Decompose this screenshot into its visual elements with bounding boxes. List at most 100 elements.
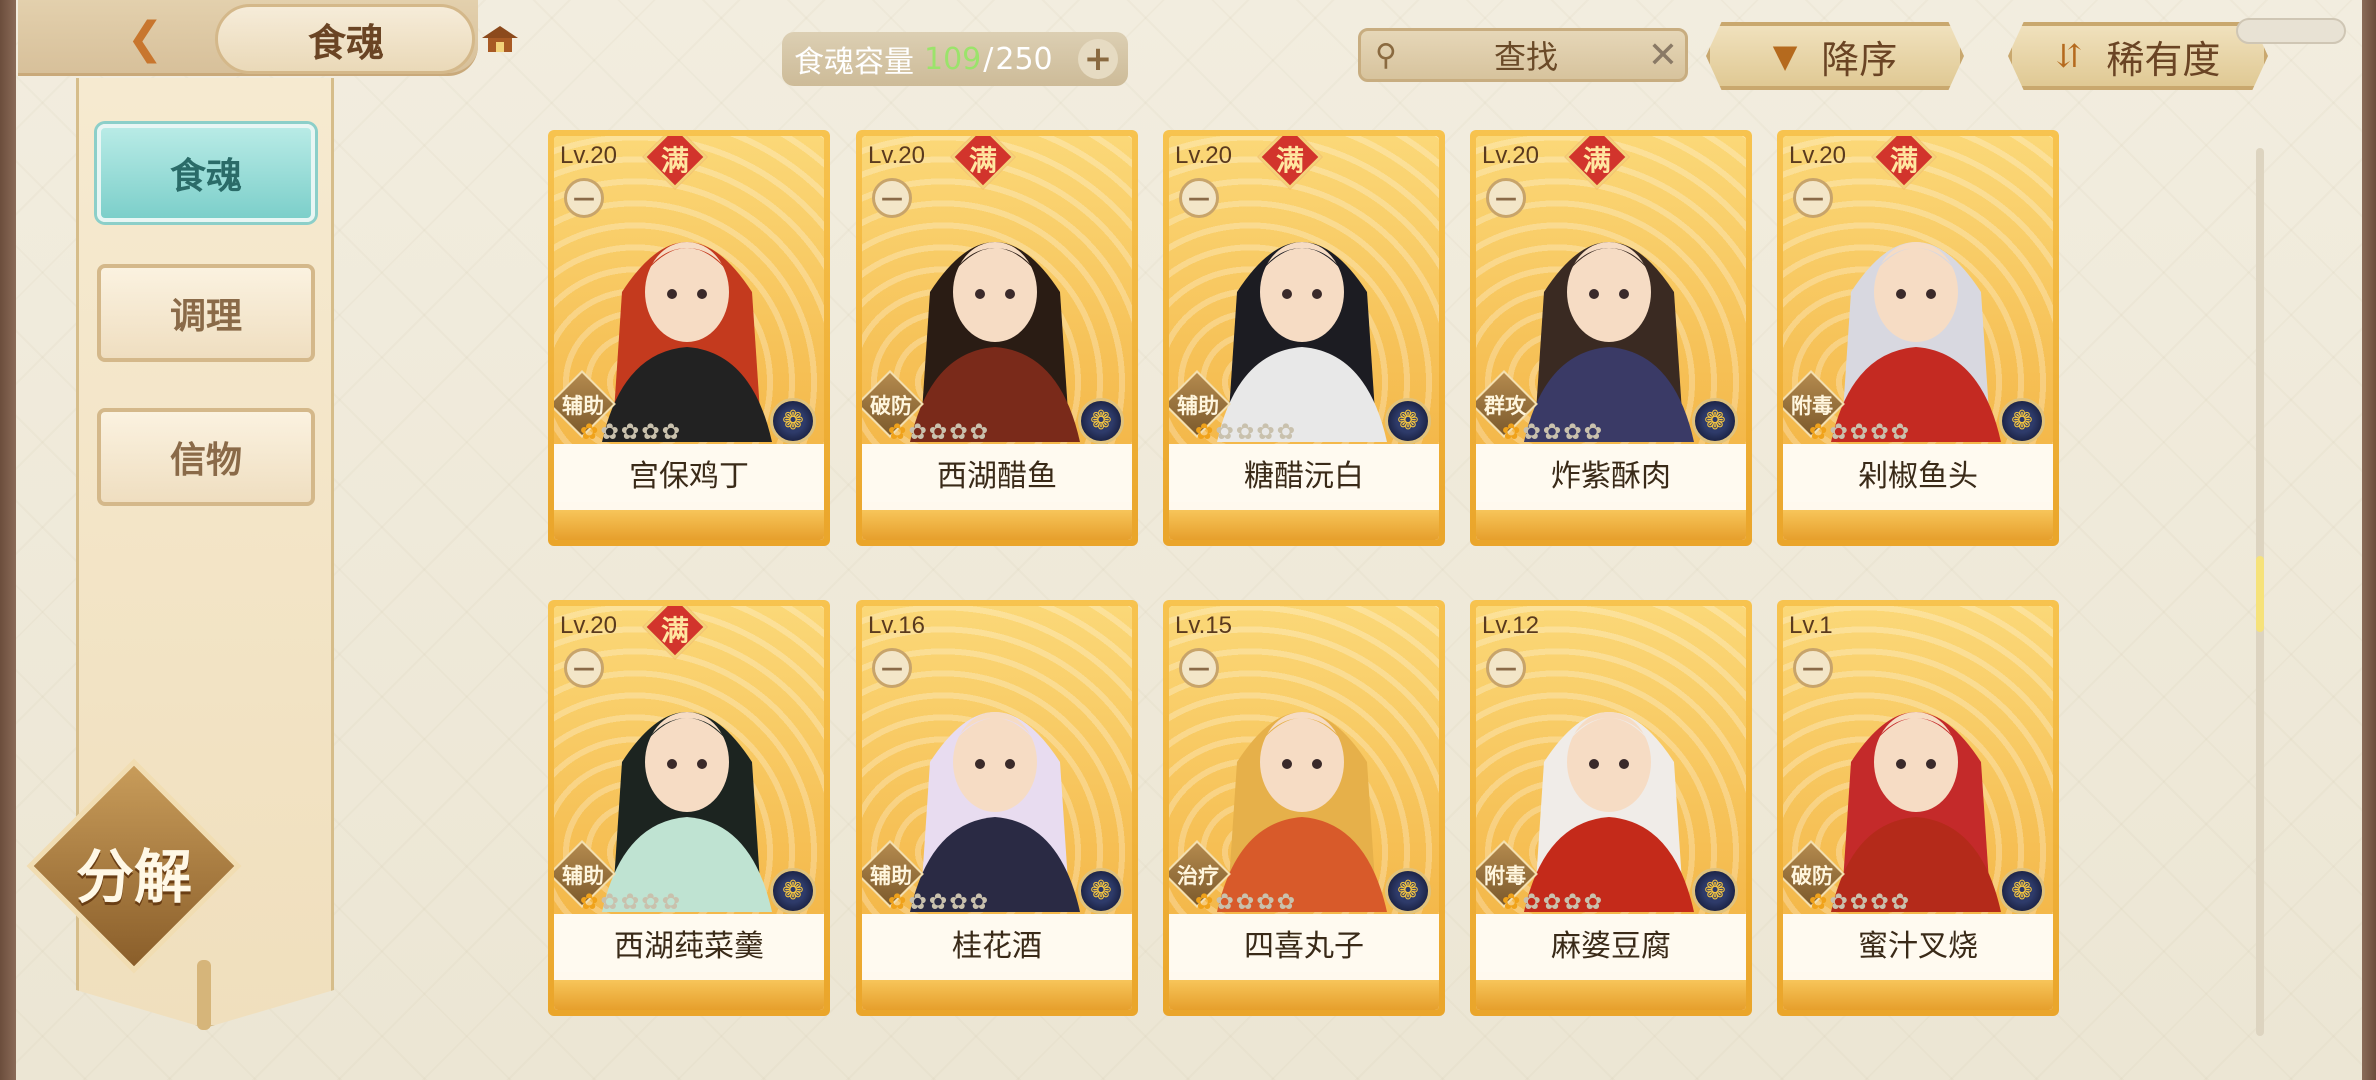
- scrollbar-thumb[interactable]: [2256, 556, 2264, 632]
- role-label: 治疗: [1177, 864, 1219, 888]
- flame-star-icon: ✿: [1502, 890, 1521, 915]
- card-inner: Lv.15 — 治疗 ✿ ✿ ✿ ✿ ✿ ❁ 四喜丸子: [1169, 606, 1439, 1010]
- flame-star-icon: ✿: [1276, 420, 1296, 445]
- flame-star-icon: ✿: [641, 420, 660, 445]
- role-label: 破防: [1791, 864, 1833, 888]
- flame-star-icon: ✿: [888, 420, 907, 445]
- level-label: Lv.20: [560, 142, 617, 169]
- lock-icon[interactable]: —: [872, 178, 912, 218]
- tab-food-soul-label: 食魂: [169, 155, 242, 197]
- card-inner: Lv.20 满 — 辅助 ✿ ✿ ✿ ✿ ✿ ❁ 宫保鸡丁: [554, 136, 824, 540]
- lock-icon[interactable]: —: [872, 648, 912, 688]
- flame-star-icon: ✿: [1276, 890, 1296, 915]
- flame-star-icon: ✿: [1849, 890, 1869, 915]
- character-portrait: Lv.20 满 — 附毒 ✿ ✿ ✿ ✿ ✿ ❁: [1783, 136, 2053, 446]
- food-soul-card[interactable]: Lv.20 满 — 辅助 ✿ ✿ ✿ ✿ ✿ ❁ 宫保鸡丁: [548, 130, 830, 546]
- card-footer: [1169, 510, 1439, 540]
- lock-icon[interactable]: —: [1179, 178, 1219, 218]
- character-name: 西湖莼菜羹: [554, 914, 824, 972]
- back-arrow-icon: ❮: [126, 12, 164, 64]
- food-soul-card[interactable]: Lv.20 满 — 群攻 ✿ ✿ ✿ ✿ ✿ ❁ 炸紫酥肉: [1470, 130, 1752, 546]
- flame-star-icon: ✿: [949, 890, 968, 915]
- card-footer: [1783, 980, 2053, 1010]
- search-box[interactable]: ⚲ 查找 ✕: [1358, 28, 1688, 82]
- flame-star-icon: ✿: [661, 890, 681, 915]
- search-input[interactable]: 查找: [1411, 32, 1641, 78]
- role-label: 辅助: [870, 864, 912, 888]
- lock-icon[interactable]: —: [1179, 648, 1219, 688]
- triangle-down-icon: ▼: [1772, 37, 1798, 75]
- clear-icon[interactable]: ✕: [1641, 35, 1685, 76]
- card-inner: Lv.20 满 — 附毒 ✿ ✿ ✿ ✿ ✿ ❁ 剁椒鱼头: [1783, 136, 2053, 540]
- flame-star-icon: ✿: [1563, 890, 1582, 915]
- flame-star-icon: ✿: [1870, 890, 1889, 915]
- level-label: Lv.20: [1175, 142, 1232, 169]
- tab-token[interactable]: 信物: [97, 408, 315, 506]
- capacity-max: 250: [995, 41, 1053, 77]
- osmanthus-element-icon: ❁: [1078, 398, 1124, 444]
- system-indicator: [2236, 18, 2346, 44]
- character-name: 宫保鸡丁: [554, 444, 824, 502]
- character-portrait: Lv.20 满 — 辅助 ✿ ✿ ✿ ✿ ✿ ❁: [554, 606, 824, 916]
- flame-star-icon: ✿: [888, 890, 907, 915]
- flame-star-icon: ✿: [1256, 420, 1275, 445]
- flame-star-icon: ✿: [661, 420, 681, 445]
- flame-star-icon: ✿: [1870, 420, 1889, 445]
- star-rating: ✿ ✿ ✿ ✿ ✿: [1809, 890, 1909, 916]
- flame-star-icon: ✿: [908, 420, 927, 445]
- osmanthus-element-icon: ❁: [1385, 398, 1431, 444]
- flame-star-icon: ✿: [969, 890, 989, 915]
- sort-order-button[interactable]: ▼ 降序: [1706, 22, 1964, 90]
- character-name: 桂花酒: [862, 914, 1132, 972]
- page-title: 食魂: [215, 4, 475, 74]
- food-soul-card[interactable]: Lv.20 满 — 辅助 ✿ ✿ ✿ ✿ ✿ ❁ 西湖莼菜羹: [548, 600, 830, 1016]
- lock-icon[interactable]: —: [1793, 178, 1833, 218]
- osmanthus-element-icon: ❁: [1078, 868, 1124, 914]
- food-soul-card[interactable]: Lv.1 — 破防 ✿ ✿ ✿ ✿ ✿ ❁ 蜜汁叉烧: [1777, 600, 2059, 1016]
- lock-icon[interactable]: —: [564, 178, 604, 218]
- star-rating: ✿ ✿ ✿ ✿ ✿: [1502, 890, 1602, 916]
- flame-star-icon: ✿: [1542, 420, 1562, 445]
- card-inner: Lv.20 满 — 群攻 ✿ ✿ ✿ ✿ ✿ ❁ 炸紫酥肉: [1476, 136, 1746, 540]
- tab-conditioning[interactable]: 调理: [97, 264, 315, 362]
- lock-icon[interactable]: —: [564, 648, 604, 688]
- pagoda-icon: [482, 26, 518, 52]
- home-button[interactable]: [470, 12, 530, 68]
- flame-star-icon: ✿: [1215, 890, 1234, 915]
- tab-food-soul[interactable]: 食魂: [97, 124, 315, 222]
- star-rating: ✿ ✿ ✿ ✿ ✿: [1809, 420, 1909, 446]
- food-soul-card[interactable]: Lv.15 — 治疗 ✿ ✿ ✿ ✿ ✿ ❁ 四喜丸子: [1163, 600, 1445, 1016]
- lock-icon[interactable]: —: [1486, 178, 1526, 218]
- star-rating: ✿ ✿ ✿ ✿ ✿: [1502, 420, 1602, 446]
- flame-star-icon: ✿: [969, 420, 989, 445]
- food-soul-card[interactable]: Lv.16 — 辅助 ✿ ✿ ✿ ✿ ✿ ❁ 桂花酒: [856, 600, 1138, 1016]
- flame-star-icon: ✿: [908, 890, 927, 915]
- card-footer: [1476, 980, 1746, 1010]
- level-label: Lv.15: [1175, 612, 1232, 639]
- max-level-text: 满: [1582, 144, 1611, 177]
- swap-icon: ⇵: [2055, 37, 2083, 75]
- lock-icon[interactable]: —: [1486, 648, 1526, 688]
- star-rating: ✿ ✿ ✿ ✿ ✿: [580, 890, 680, 916]
- level-label: Lv.16: [868, 612, 925, 639]
- add-capacity-button[interactable]: +: [1078, 39, 1118, 79]
- flame-star-icon: ✿: [1195, 890, 1214, 915]
- flame-star-icon: ✿: [1563, 420, 1582, 445]
- character-portrait: Lv.16 — 辅助 ✿ ✿ ✿ ✿ ✿ ❁: [862, 606, 1132, 915]
- back-button[interactable]: ❮: [110, 10, 180, 66]
- food-soul-card[interactable]: Lv.12 — 附毒 ✿ ✿ ✿ ✿ ✿ ❁ 麻婆豆腐: [1470, 600, 1752, 1016]
- lock-icon[interactable]: —: [1793, 648, 1833, 688]
- character-portrait: Lv.20 满 — 辅助 ✿ ✿ ✿ ✿ ✿ ❁: [554, 136, 824, 445]
- flame-star-icon: ✿: [641, 890, 660, 915]
- character-name: 西湖醋鱼: [862, 444, 1132, 502]
- flame-star-icon: ✿: [1829, 420, 1848, 445]
- flame-star-icon: ✿: [620, 890, 640, 915]
- flame-star-icon: ✿: [1522, 890, 1541, 915]
- character-portrait: Lv.20 满 — 群攻 ✿ ✿ ✿ ✿ ✿ ❁: [1476, 136, 1746, 446]
- flame-star-icon: ✿: [1502, 420, 1521, 445]
- food-soul-card[interactable]: Lv.20 满 — 破防 ✿ ✿ ✿ ✿ ✿ ❁ 西湖醋鱼: [856, 130, 1138, 546]
- rarity-sort-button[interactable]: ⇵ 稀有度: [2008, 22, 2268, 90]
- food-soul-card[interactable]: Lv.20 满 — 附毒 ✿ ✿ ✿ ✿ ✿ ❁ 剁椒鱼头: [1777, 130, 2059, 546]
- decompose-label[interactable]: 分解: [48, 830, 220, 914]
- food-soul-card[interactable]: Lv.20 满 — 辅助 ✿ ✿ ✿ ✿ ✿ ❁ 糖醋沅白: [1163, 130, 1445, 546]
